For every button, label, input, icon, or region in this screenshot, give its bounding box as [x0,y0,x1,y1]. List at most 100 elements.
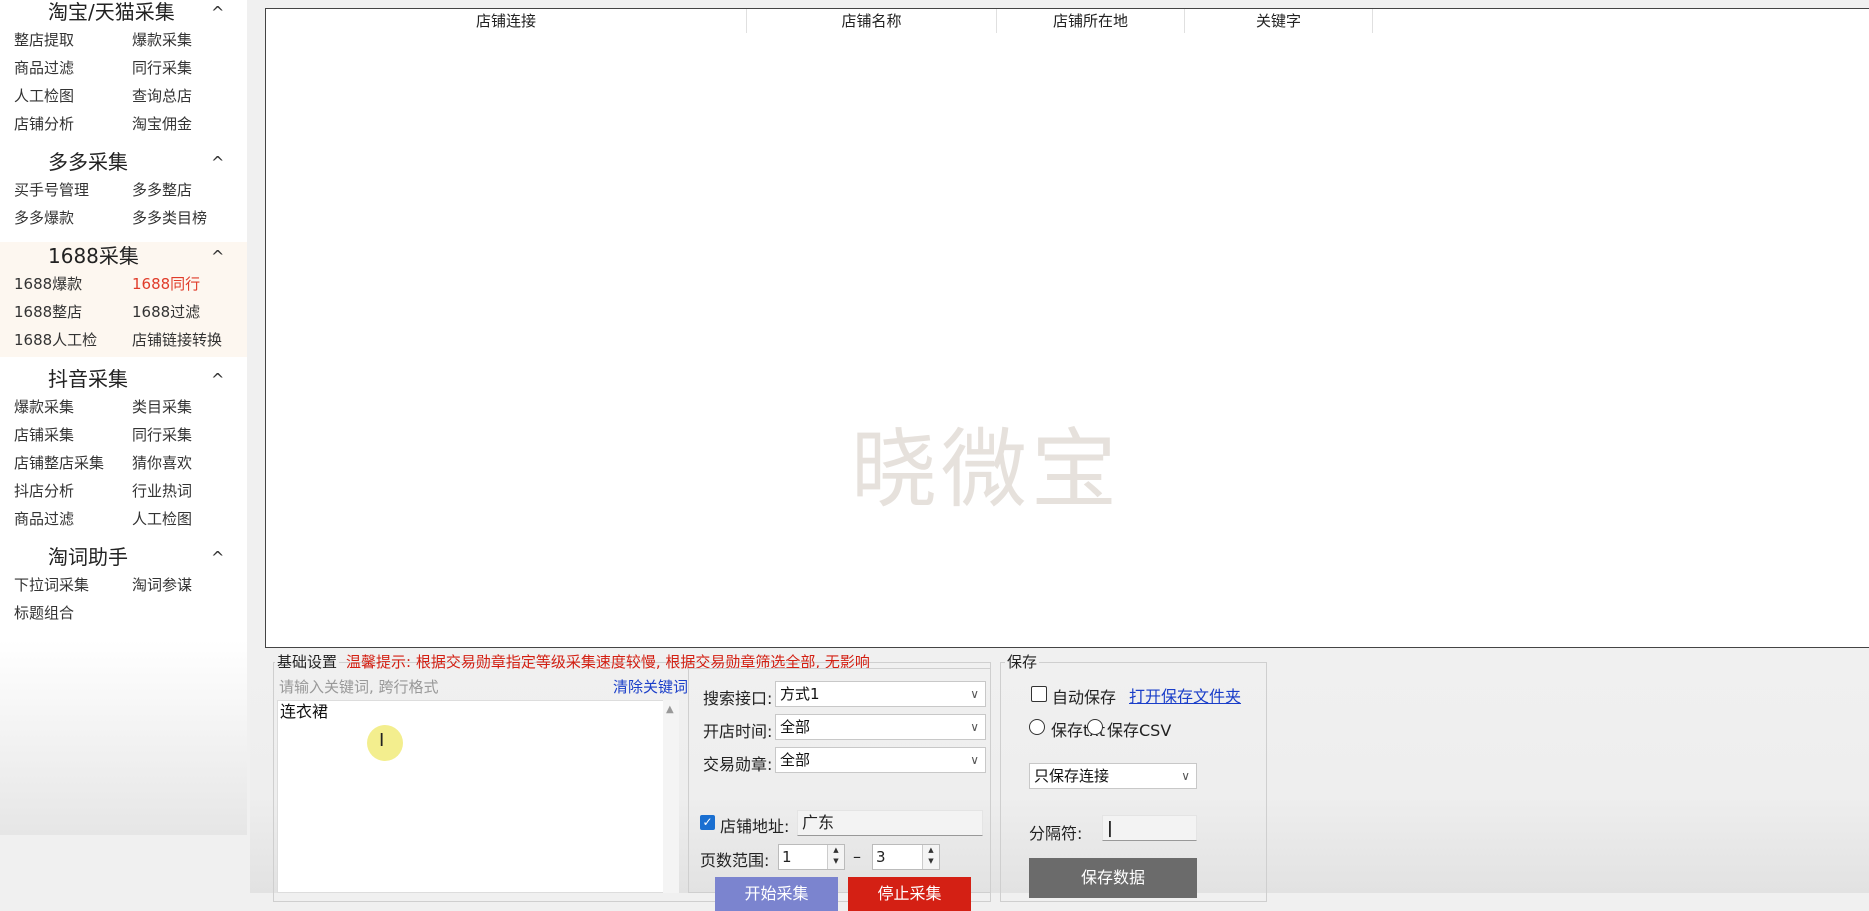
sidebar-item-hot-collect[interactable]: 爆款采集 [132,26,250,54]
keyword-scrollbar[interactable]: ▲ [663,700,679,893]
medal-label: 交易勋章: [703,755,773,774]
auto-save-label: 自动保存 [1052,688,1117,707]
section-header-duoduo[interactable]: 多多采集 ^ [0,148,247,176]
chevron-down-icon: ∨ [970,687,979,701]
save-txt-radio[interactable] [1029,719,1045,735]
sidebar-item-taobao-commission[interactable]: 淘宝佣金 [132,110,250,138]
clear-keywords-link[interactable]: 清除关键词 [613,676,688,697]
open-time-label: 开店时间: [703,722,773,741]
chevron-up-icon[interactable]: ^ [211,243,224,271]
save-title: 保存 [1005,651,1040,672]
save-mode-value: 只保存连接 [1034,767,1110,785]
section-title: 1688采集 [48,244,139,268]
keyword-placeholder: 请输入关键词, 跨行格式 [279,678,439,696]
sidebar-item-dy-product-filter[interactable]: 商品过滤 [14,505,132,533]
section-title: 淘宝/天猫采集 [48,0,175,24]
search-api-label: 搜索接口: [703,689,773,708]
chevron-up-icon[interactable]: ^ [211,366,224,394]
section-taobao: 淘宝/天猫采集 ^ 整店提取 爆款采集 商品过滤 同行采集 人工检图 查询总店 … [0,0,247,138]
sidebar-item-store-analysis[interactable]: 店铺分析 [14,110,132,138]
section-title: 淘词助手 [48,545,128,569]
search-api-select[interactable]: 方式1 ∨ [775,681,986,707]
sidebar-item-peer-collect[interactable]: 同行采集 [132,54,250,82]
open-folder-link[interactable]: 打开保存文件夹 [1129,683,1241,707]
sidebar-item-1688-manual[interactable]: 1688人工检 [14,326,132,354]
sidebar-item-dy-hotwords[interactable]: 行业热词 [132,477,250,505]
sidebar-item-buyer-account[interactable]: 买手号管理 [14,176,132,204]
section-header-douyin[interactable]: 抖音采集 ^ [0,365,247,393]
address-checkbox[interactable]: ✓ [700,815,715,830]
sidebar-item-dy-analysis[interactable]: 抖店分析 [14,477,132,505]
chevron-down-icon: ∨ [970,720,979,734]
sidebar-item-manual-image-check[interactable]: 人工检图 [14,82,132,110]
section-taoci: 淘词助手 ^ 下拉词采集 淘词参谋 标题组合 [0,543,247,627]
chevron-down-icon: ∨ [970,753,979,767]
range-dash: – [853,847,861,866]
section-header-taobao[interactable]: 淘宝/天猫采集 ^ [0,0,247,26]
stop-collect-button[interactable]: 停止采集 [848,877,971,911]
column-header-keyword[interactable]: 关键字 [1185,9,1373,33]
sidebar-item-1688-hot[interactable]: 1688爆款 [14,270,132,298]
section-douyin: 抖音采集 ^ 爆款采集 类目采集 店铺采集 同行采集 店铺整店采集 猜你喜欢 抖… [0,365,247,533]
save-csv-radio[interactable] [1087,719,1103,735]
sidebar-item-dy-manual[interactable]: 人工检图 [132,505,250,533]
sidebar-item-1688-store[interactable]: 1688整店 [14,298,132,326]
medal-select[interactable]: 全部 ∨ [775,747,986,773]
sidebar-item-store-extract[interactable]: 整店提取 [14,26,132,54]
sidebar-item-duoduo-store[interactable]: 多多整店 [132,176,250,204]
scroll-up-icon[interactable]: ▲ [666,704,674,715]
sidebar-item-dropdown-words[interactable]: 下拉词采集 [14,571,132,599]
open-time-select[interactable]: 全部 ∨ [775,714,986,740]
section-items: 下拉词采集 淘词参谋 标题组合 [0,571,247,627]
sidebar-item-query-head-store[interactable]: 查询总店 [132,82,250,110]
sidebar-item-dy-guess[interactable]: 猜你喜欢 [132,449,250,477]
sidebar-item-dy-whole-store[interactable]: 店铺整店采集 [14,449,132,477]
page-from-value: 1 [782,848,792,866]
chevron-up-icon[interactable]: ^ [211,0,224,27]
chevron-down-icon: ∨ [1181,769,1190,783]
column-header-store-link[interactable]: 店铺连接 [266,9,747,33]
address-label: 店铺地址: [720,817,790,836]
sidebar-item-1688-filter[interactable]: 1688过滤 [132,298,250,326]
section-header-taoci[interactable]: 淘词助手 ^ [0,543,247,571]
save-mode-select[interactable]: 只保存连接 ∨ [1029,763,1197,789]
page-from-input[interactable]: 1 ▲ ▼ [778,844,845,870]
sidebar-item-store-link-convert[interactable]: 店铺链接转换 [132,326,250,354]
page-to-input[interactable]: 3 ▲ ▼ [872,844,940,870]
chevron-up-icon[interactable]: ^ [211,544,224,572]
section-items: 爆款采集 类目采集 店铺采集 同行采集 店铺整店采集 猜你喜欢 抖店分析 行业热… [0,393,247,533]
sidebar-item-duoduo-category[interactable]: 多多类目榜 [132,204,250,232]
section-header-1688[interactable]: 1688采集 ^ [0,242,247,270]
open-time-value: 全部 [780,718,811,736]
sidebar-item-product-filter[interactable]: 商品过滤 [14,54,132,82]
results-grid[interactable]: 店铺连接 店铺名称 店铺所在地 关键字 晓微宝 [265,8,1869,648]
section-duoduo: 多多采集 ^ 买手号管理 多多整店 多多爆款 多多类目榜 [0,148,247,232]
sidebar-item-dy-category[interactable]: 类目采集 [132,393,250,421]
separator-input[interactable]: | [1102,815,1197,841]
section-1688: 1688采集 ^ 1688爆款 1688同行 1688整店 1688过滤 168… [0,242,247,357]
sidebar-item-dy-store[interactable]: 店铺采集 [14,421,132,449]
spin-buttons-icon[interactable]: ▲ ▼ [827,845,844,869]
section-items: 买手号管理 多多整店 多多爆款 多多类目榜 [0,176,247,232]
column-header-store-location[interactable]: 店铺所在地 [997,9,1185,33]
auto-save-checkbox[interactable] [1031,686,1047,702]
keyword-textarea[interactable] [277,700,669,893]
start-collect-button[interactable]: 开始采集 [715,877,838,911]
sidebar-item-taoci-advisor[interactable]: 淘词参谋 [132,571,250,599]
sidebar: 淘宝/天猫采集 ^ 整店提取 爆款采集 商品过滤 同行采集 人工检图 查询总店 … [0,0,247,835]
sidebar-item-duoduo-hot[interactable]: 多多爆款 [14,204,132,232]
grid-header: 店铺连接 店铺名称 店铺所在地 关键字 [266,9,1869,33]
medal-value: 全部 [780,751,811,769]
mouse-highlight [367,725,403,761]
sidebar-item-title-combine[interactable]: 标题组合 [14,599,132,627]
sidebar-item-1688-peer[interactable]: 1688同行 [132,270,250,298]
address-input[interactable]: 广东 [797,810,983,836]
chevron-up-icon[interactable]: ^ [211,149,224,177]
search-api-value: 方式1 [780,685,820,703]
save-data-button[interactable]: 保存数据 [1029,858,1197,898]
column-header-store-name[interactable]: 店铺名称 [747,9,997,33]
sidebar-item-dy-hot[interactable]: 爆款采集 [14,393,132,421]
spin-buttons-icon[interactable]: ▲ ▼ [922,845,939,869]
page-to-value: 3 [876,848,886,866]
sidebar-item-dy-peer[interactable]: 同行采集 [132,421,250,449]
